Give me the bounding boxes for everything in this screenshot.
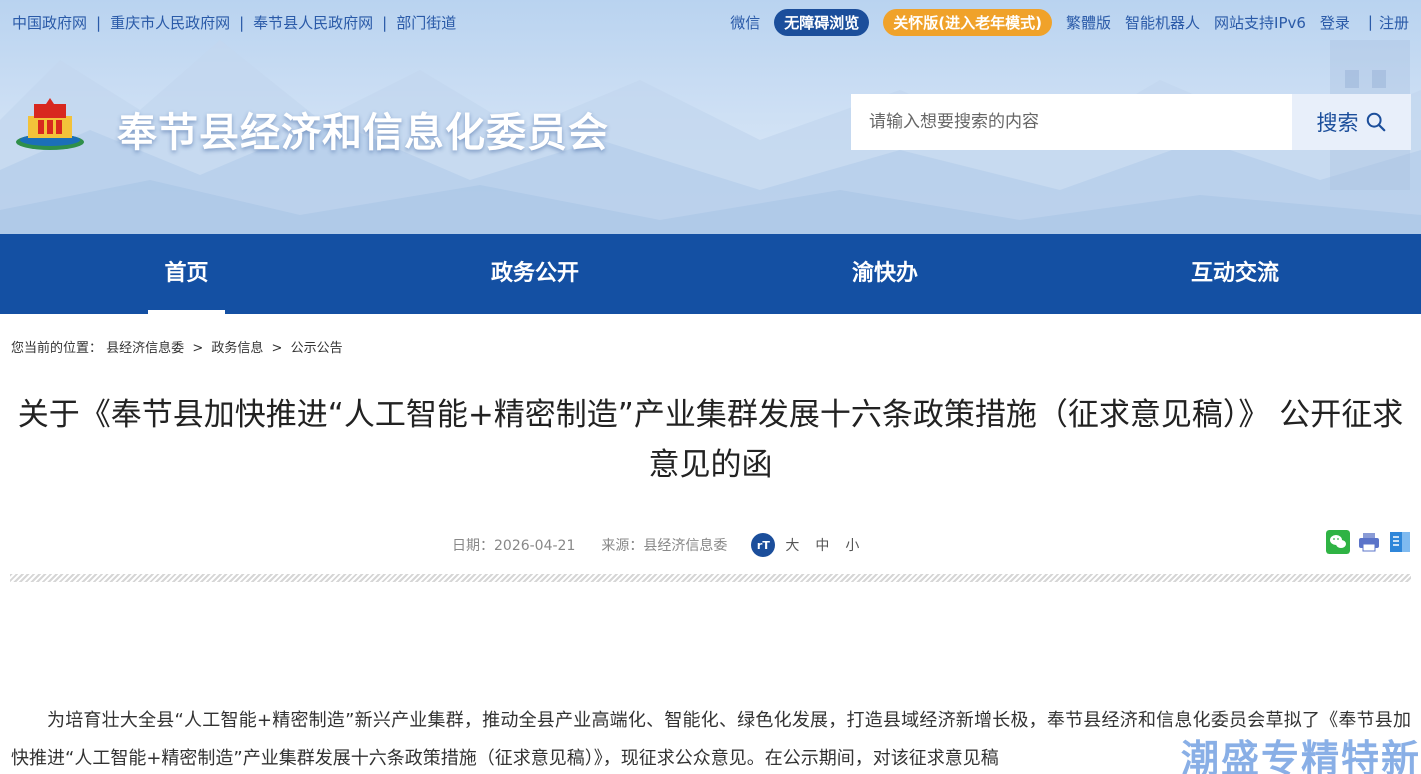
link-fengjie-gov[interactable]: 奉节县人民政府网 [253, 12, 373, 33]
nav-government-affairs[interactable]: 政务公开 [470, 234, 600, 314]
search-button-label: 搜索 [1316, 111, 1359, 135]
font-size-medium[interactable]: 中 [815, 535, 829, 555]
separator: | [382, 13, 388, 32]
traditional-chinese-link[interactable]: 繁體版 [1066, 12, 1111, 33]
utility-actions: 微信 无障碍浏览 关怀版(进入老年模式) 繁體版 智能机器人 网站支持IPv6 … [730, 0, 1421, 44]
nav-yukuaiban[interactable]: 渝快办 [830, 234, 940, 314]
search-button[interactable]: 搜索 [1292, 94, 1411, 150]
search-input[interactable]: 请输入想要搜索的内容 [851, 94, 1292, 150]
separator: | [239, 13, 245, 32]
breadcrumb-item[interactable]: 政务信息 [211, 341, 263, 356]
breadcrumb-item[interactable]: 公示公告 [291, 341, 343, 356]
share-tools [1319, 530, 1412, 554]
top-utility-bar: 中国政府网 | 重庆市人民政府网 | 奉节县人民政府网 | 部门街道 微信 无障… [0, 0, 1421, 44]
divider [10, 574, 1411, 582]
nav-home[interactable]: 首页 [148, 234, 225, 314]
breadcrumb-prefix: 您当前的位置： [11, 341, 103, 356]
watermark: 潮盛专精特新 [1180, 737, 1421, 774]
article-source: 来源：县经济信息委 [601, 538, 728, 554]
link-china-gov[interactable]: 中国政府网 [12, 12, 87, 33]
link-departments[interactable]: 部门街道 [396, 12, 456, 33]
nav-interaction[interactable]: 互动交流 [1170, 234, 1300, 314]
header-banner: 中国政府网 | 重庆市人民政府网 | 奉节县人民政府网 | 部门街道 微信 无障… [0, 0, 1421, 234]
breadcrumb-arrow: > [271, 341, 283, 356]
font-size-small[interactable]: 小 [845, 535, 859, 555]
reading-mode-icon[interactable] [1388, 530, 1412, 554]
accessibility-button[interactable]: 无障碍浏览 [774, 8, 870, 36]
elder-mode-button[interactable]: 关怀版(进入老年模式) [883, 8, 1052, 36]
search-icon [1366, 112, 1385, 132]
font-size-icon: rT [751, 533, 776, 557]
article-title: 关于《奉节县加快推进“人工智能+精密制造”产业集群发展十六条政策措施（征求意见稿… [17, 397, 1404, 483]
breadcrumb-item[interactable]: 县经济信息委 [106, 341, 184, 356]
article-meta: 日期：2026-04-21 来源：县经济信息委 rT 大 中 小 [452, 533, 859, 557]
link-chongqing-gov[interactable]: 重庆市人民政府网 [110, 12, 230, 33]
breadcrumb: 您当前的位置： 县经济信息委 > 政务信息 > 公示公告 [11, 337, 343, 356]
separator: | [1367, 13, 1373, 31]
site-title: 奉节县经济和信息化委员会 [117, 110, 609, 156]
wechat-share-icon[interactable] [1326, 530, 1350, 554]
ipv6-label: 网站支持IPv6 [1214, 13, 1306, 32]
separator: | [96, 13, 102, 32]
font-size-large[interactable]: 大 [785, 535, 799, 555]
external-links: 中国政府网 | 重庆市人民政府网 | 奉节县人民政府网 | 部门街道 [12, 12, 456, 33]
print-icon[interactable] [1357, 530, 1381, 554]
robot-link[interactable]: 智能机器人 [1125, 12, 1200, 33]
government-emblem-icon [16, 98, 84, 150]
article-date: 日期：2026-04-21 [452, 538, 576, 554]
main-nav: 首页 政务公开 渝快办 互动交流 [0, 234, 1421, 314]
breadcrumb-arrow: > [192, 341, 204, 356]
wechat-link[interactable]: 微信 [730, 12, 760, 33]
register-link[interactable]: 注册 [1379, 12, 1409, 33]
login-link[interactable]: 登录 [1320, 12, 1350, 33]
